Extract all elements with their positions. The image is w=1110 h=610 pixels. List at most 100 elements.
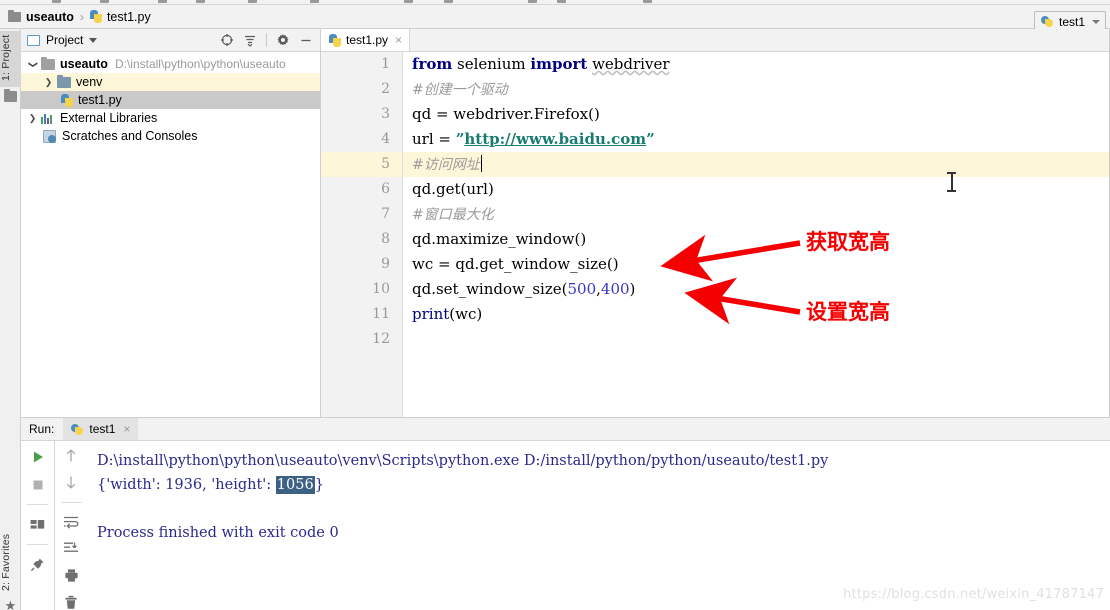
url-string[interactable]: http://www.baidu.com xyxy=(464,130,646,148)
editor-tab-label: test1.py xyxy=(346,33,389,47)
tree-item-label: venv xyxy=(76,75,103,89)
line-number: 8 xyxy=(381,231,390,247)
gear-icon[interactable] xyxy=(276,33,290,47)
token-keyword-import: import xyxy=(530,55,588,73)
run-tab-label: test1 xyxy=(89,422,116,436)
run-tab-test1[interactable]: test1 × xyxy=(63,418,139,440)
comment-text: #访问网址 xyxy=(412,157,480,173)
code-line-10[interactable]: qd.set_window_size(500,400) xyxy=(412,277,1110,302)
code-line-9[interactable]: wc = qd.get_window_size() xyxy=(412,252,1110,277)
tree-item-test1-py[interactable]: test1.py xyxy=(21,91,320,109)
minimize-icon[interactable] xyxy=(299,33,313,47)
python-file-icon xyxy=(329,33,342,47)
chevron-down-icon xyxy=(1092,19,1100,24)
tree-item-label: Scratches and Consoles xyxy=(62,129,198,143)
collapse-all-icon[interactable] xyxy=(243,33,257,47)
run-config-label: test1 xyxy=(1058,14,1085,29)
breadcrumb-file[interactable]: test1.py xyxy=(107,10,151,24)
number-literal-height: 400 xyxy=(600,280,630,298)
project-tool-window: Project ❯ useauto D:\install\python\pyth… xyxy=(21,29,321,417)
toolbar-divider xyxy=(60,501,82,503)
tree-item-venv[interactable]: venv xyxy=(21,73,320,91)
code-text: qd.set_window_size( xyxy=(412,280,568,298)
code-line-11[interactable]: print(wc) xyxy=(412,302,1110,327)
project-tree: useauto D:\install\python\python\useauto… xyxy=(21,52,320,145)
console-result-suffix: } xyxy=(314,477,324,493)
tree-item-useauto[interactable]: useauto D:\install\python\python\useauto xyxy=(21,55,320,73)
folder-icon xyxy=(8,9,21,22)
soft-wrap-icon[interactable] xyxy=(63,514,80,530)
editor-tabbar: test1.py × xyxy=(321,29,1110,52)
breadcrumb-project[interactable]: useauto xyxy=(26,10,74,24)
code-text: (wc) xyxy=(449,305,483,323)
library-icon xyxy=(41,112,55,124)
print-icon[interactable] xyxy=(63,567,80,583)
code-line-8[interactable]: qd.maximize_window() xyxy=(412,227,1110,252)
line-number: 6 xyxy=(381,181,390,197)
python-run-config-icon xyxy=(1040,15,1054,28)
watermark: https://blog.csdn.net/weixin_41787147 xyxy=(843,587,1104,602)
arrow-down-icon[interactable] xyxy=(63,475,80,491)
arrow-up-icon[interactable] xyxy=(63,448,80,464)
builtin-print: print xyxy=(412,305,450,323)
toolbar-divider xyxy=(266,33,267,47)
tree-item-label: useauto xyxy=(60,57,108,71)
quote-close: ” xyxy=(646,130,655,148)
python-file-icon xyxy=(61,93,74,107)
sidebar-tab-favorites[interactable]: 2: Favorites xyxy=(0,529,21,595)
code-text: qd.get(url) xyxy=(412,180,494,198)
code-content[interactable]: from selenium import webdriver #创建一个驱动 q… xyxy=(403,52,1110,417)
code-line-1[interactable]: from selenium import webdriver xyxy=(412,52,1110,77)
pin-icon[interactable] xyxy=(29,556,46,573)
chevron-right-icon[interactable] xyxy=(27,113,38,124)
code-text: url = xyxy=(412,130,456,148)
tree-item-external-libraries[interactable]: External Libraries xyxy=(21,109,320,127)
toolbar-divider xyxy=(27,544,48,545)
editor-tab-test1-py[interactable]: test1.py × xyxy=(321,29,411,51)
console-output[interactable]: D:\install\python\python\useauto\venv\Sc… xyxy=(87,441,1110,610)
left-tool-window-bar: 1: Project 2: Favorites ★ ure xyxy=(0,29,21,610)
locate-icon[interactable] xyxy=(220,33,234,47)
chevron-down-icon[interactable] xyxy=(89,37,98,43)
run-panel-body: D:\install\python\python\useauto\venv\Sc… xyxy=(21,441,1110,610)
breadcrumb-separator: › xyxy=(79,9,84,24)
code-line-2[interactable]: #创建一个驱动 xyxy=(412,77,1110,102)
console-command-line: D:\install\python\python\useauto\venv\Sc… xyxy=(97,453,829,469)
code-line-6[interactable]: qd.get(url) xyxy=(412,177,1110,202)
code-line-3[interactable]: qd = webdriver.Firefox() xyxy=(412,102,1110,127)
tree-item-scratches-and-consoles[interactable]: Scratches and Consoles xyxy=(21,127,320,145)
chevron-down-icon[interactable] xyxy=(27,59,38,70)
run-panel-label: Run: xyxy=(29,422,55,436)
close-icon[interactable]: × xyxy=(123,422,130,436)
editor-area: test1.py × 1 2 3 4 5 6 7 8 9 10 11 12 fr… xyxy=(321,29,1110,417)
chevron-right-icon[interactable] xyxy=(43,77,54,88)
console-result-prefix: {'width': 1936, 'height': xyxy=(97,477,276,493)
tree-item-label: External Libraries xyxy=(60,111,158,125)
line-number: 1 xyxy=(381,56,390,72)
code-line-12[interactable] xyxy=(412,327,1110,352)
stop-icon[interactable] xyxy=(29,476,46,493)
scroll-to-end-icon[interactable] xyxy=(63,540,80,556)
line-number: 11 xyxy=(372,306,390,322)
layout-icon[interactable] xyxy=(29,516,46,533)
sidebar-tab-project[interactable]: 1: Project xyxy=(0,31,21,87)
code-text: qd.maximize_window() xyxy=(412,230,587,248)
code-line-4[interactable]: url = ”http://www.baidu.com” xyxy=(412,127,1110,152)
code-text: qd = webdriver.Firefox() xyxy=(412,105,600,123)
run-icon[interactable] xyxy=(29,448,46,465)
code-line-5[interactable]: #访问网址 xyxy=(403,152,1110,177)
text-caret xyxy=(480,155,483,172)
toolbar-divider xyxy=(27,504,48,505)
editor-gutter[interactable]: 1 2 3 4 5 6 7 8 9 10 11 12 xyxy=(321,52,403,417)
console-exit-line: Process finished with exit code 0 xyxy=(97,525,339,541)
console-result-line: {'width': 1936, 'height': 1056} xyxy=(97,473,1110,497)
line-number: 9 xyxy=(381,256,390,272)
close-icon[interactable]: × xyxy=(395,34,402,46)
project-panel-title[interactable]: Project xyxy=(46,33,83,47)
line-number: 10 xyxy=(372,281,390,297)
project-panel-header: Project xyxy=(21,29,320,52)
console-selected-text[interactable]: 1056 xyxy=(275,476,315,494)
trash-icon[interactable] xyxy=(63,594,80,610)
code-line-7[interactable]: #窗口最大化 xyxy=(412,202,1110,227)
